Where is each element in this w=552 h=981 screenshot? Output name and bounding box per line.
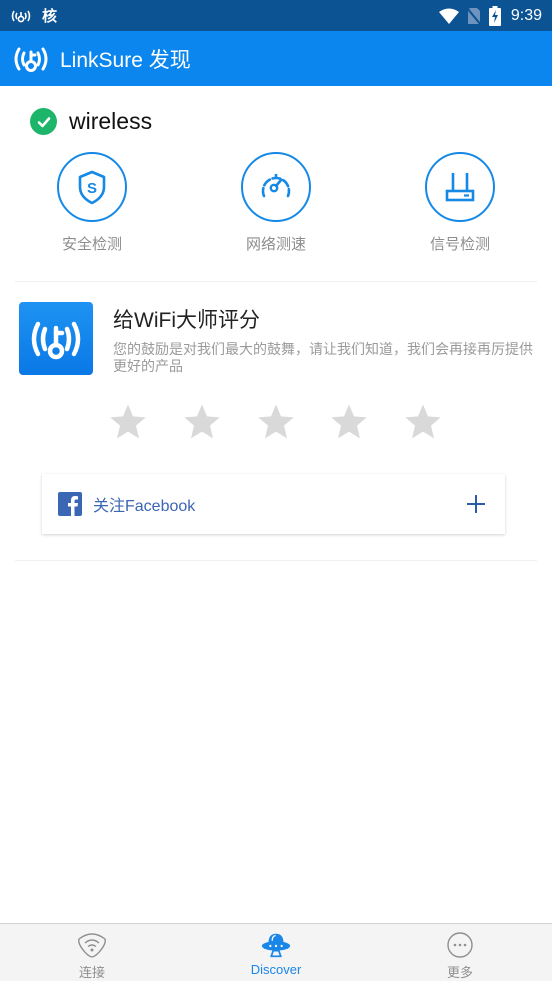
- divider: [15, 281, 537, 282]
- wifi-signal-icon: [438, 8, 459, 24]
- svg-text:S: S: [87, 180, 97, 197]
- battery-charging-icon: [488, 5, 501, 26]
- wifi-master-app-icon: [19, 302, 93, 375]
- tool-label: 网络测速: [245, 236, 306, 253]
- star-4-icon[interactable]: [329, 402, 369, 442]
- star-1-icon[interactable]: [108, 402, 148, 442]
- bottom-nav: 连接 Discover 更多: [0, 923, 552, 981]
- wifi-key-icon: [11, 10, 31, 22]
- more-dots-icon: [447, 932, 473, 958]
- tool-security-check[interactable]: S 安全检测: [37, 152, 147, 254]
- nav-label: Discover: [250, 962, 302, 977]
- wifi-key-logo-icon: [14, 47, 48, 72]
- nav-tab-connect[interactable]: 连接: [32, 924, 152, 981]
- app-title: LinkSure 发现: [60, 48, 191, 72]
- plus-icon[interactable]: [465, 493, 487, 515]
- nav-label: 更多: [446, 965, 473, 980]
- check-circle-icon: [30, 108, 57, 135]
- nav-tab-discover[interactable]: Discover: [216, 924, 336, 981]
- screen: 核 9:39 LinkSure 发现 wireless S 安全检测 网络测速 …: [0, 0, 552, 981]
- follow-facebook-button[interactable]: 关注Facebook: [42, 474, 505, 534]
- ufo-icon: [261, 933, 291, 958]
- wifi-connect-icon: [78, 933, 106, 958]
- divider: [15, 560, 537, 561]
- tool-signal-check[interactable]: 信号检测: [405, 152, 515, 254]
- rating-description: 您的鼓励是对我们最大的鼓舞，请让我们知道，我们会再接再厉提供更好的产品: [113, 341, 533, 374]
- app-bar: LinkSure 发现: [0, 31, 552, 86]
- shield-s-icon: S: [78, 170, 106, 205]
- tool-label: 安全检测: [61, 236, 122, 253]
- facebook-icon: [58, 492, 82, 516]
- no-sim-icon: [466, 6, 481, 25]
- facebook-label: 关注Facebook: [93, 498, 196, 515]
- star-2-icon[interactable]: [182, 402, 222, 442]
- status-bar: 核 9:39: [0, 0, 552, 31]
- nav-tab-more[interactable]: 更多: [400, 924, 520, 981]
- rating-title: 给WiFi大师评分: [113, 309, 260, 332]
- router-icon: [445, 173, 475, 202]
- nav-label: 连接: [78, 965, 105, 980]
- star-5-icon[interactable]: [403, 402, 443, 442]
- tool-label: 信号检测: [429, 236, 490, 253]
- network-ssid: wireless: [69, 108, 153, 134]
- carrier-label: 核: [42, 8, 58, 25]
- star-3-icon[interactable]: [256, 402, 296, 442]
- connected-network[interactable]: wireless: [30, 108, 152, 135]
- clock: 9:39: [510, 6, 542, 24]
- tool-speed-test[interactable]: 网络测速: [221, 152, 331, 254]
- speedometer-icon: [261, 174, 291, 198]
